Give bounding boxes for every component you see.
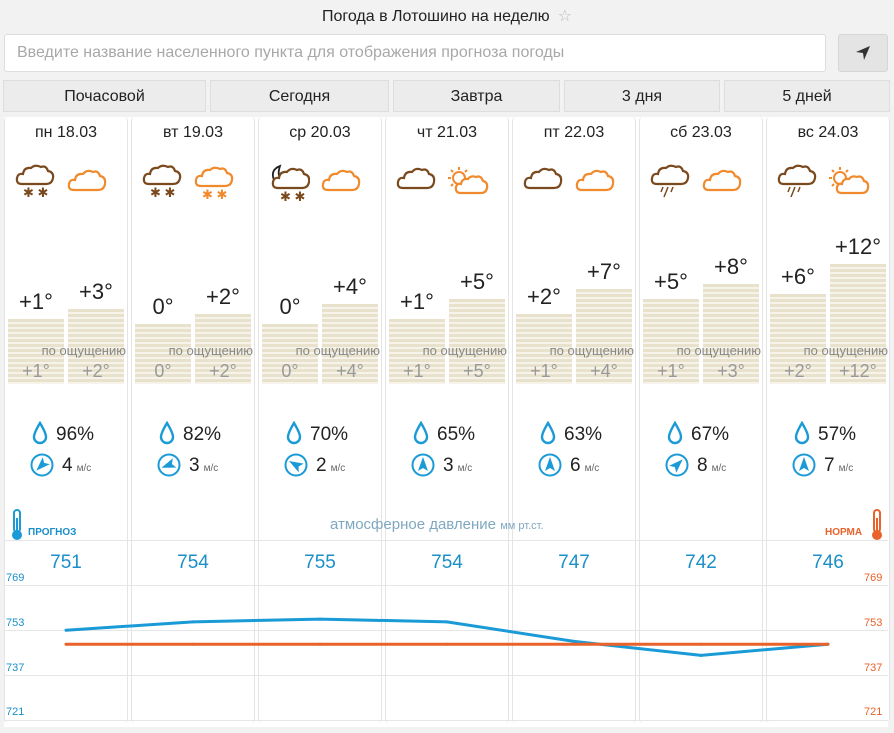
forecast-pressure-point	[699, 653, 703, 657]
forecast-pressure-line	[65, 617, 829, 657]
pressure-chart	[64, 617, 830, 657]
forecast-pressure-point	[191, 620, 195, 624]
norm-pressure-point	[826, 642, 830, 646]
forecast-pressure-point	[318, 617, 322, 621]
norm-pressure-point	[318, 642, 322, 646]
forecast-pressure-point	[64, 628, 68, 632]
forecast-pressure-point	[572, 639, 576, 643]
norm-pressure-point	[572, 642, 576, 646]
norm-pressure-point	[445, 642, 449, 646]
norm-pressure-point	[699, 642, 703, 646]
forecast-pressure-point	[445, 620, 449, 624]
norm-pressure-point	[64, 642, 68, 646]
norm-pressure-point	[191, 642, 195, 646]
